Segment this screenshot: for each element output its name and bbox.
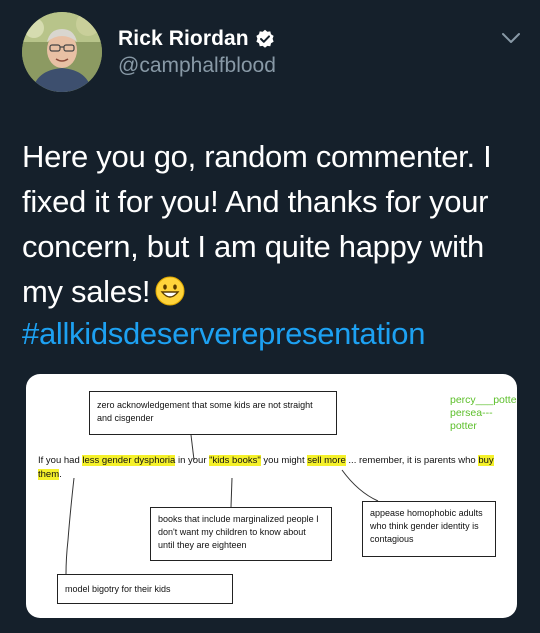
sentence-part: ... remember, it is parents who (345, 455, 479, 466)
tweet: Rick Riordan @camphalfblood Here you go,… (0, 0, 540, 633)
author-name-row[interactable]: Rick Riordan (118, 24, 275, 54)
annotation-box-top: zero acknowledgement that some kids are … (89, 391, 337, 435)
attached-image[interactable]: zero acknowledgement that some kids are … (26, 374, 517, 618)
highlight-kids-books: "kids books" (209, 455, 261, 466)
display-name[interactable]: Rick Riordan (118, 27, 249, 51)
chevron-down-icon[interactable] (500, 30, 522, 46)
annotation-percy-potter: percy___potter (450, 394, 517, 406)
sentence-part: in your (175, 455, 210, 466)
grinning-face-icon (154, 274, 186, 306)
avatar-photo-icon (22, 12, 102, 92)
sentence-part: you might (260, 455, 308, 466)
sentence-part: If you had (38, 455, 83, 466)
annotation-persea-potter: persea---potter (450, 407, 493, 432)
comment-sentence: If you had less gender dysphoria in your… (38, 454, 508, 482)
hashtag-link[interactable]: #allkidsdeserverepresentation (22, 316, 425, 352)
tweet-body: Here you go, random commenter. I fixed i… (22, 134, 522, 314)
annotation-box-bottom: model bigotry for their kids (57, 574, 233, 604)
tweet-text: Here you go, random commenter. I fixed i… (22, 139, 492, 309)
sentence-part: . (59, 469, 62, 480)
highlight-gender-dysphoria: less gender dysphoria (82, 455, 176, 466)
annotation-box-right: appease homophobic adults who think gend… (362, 501, 496, 557)
annotation-box-middle: books that include marginalized people I… (150, 507, 332, 561)
verified-badge-icon (255, 29, 275, 49)
avatar[interactable] (22, 12, 102, 92)
highlight-sell-more: sell more (307, 455, 346, 466)
user-handle[interactable]: @camphalfblood (118, 54, 276, 78)
